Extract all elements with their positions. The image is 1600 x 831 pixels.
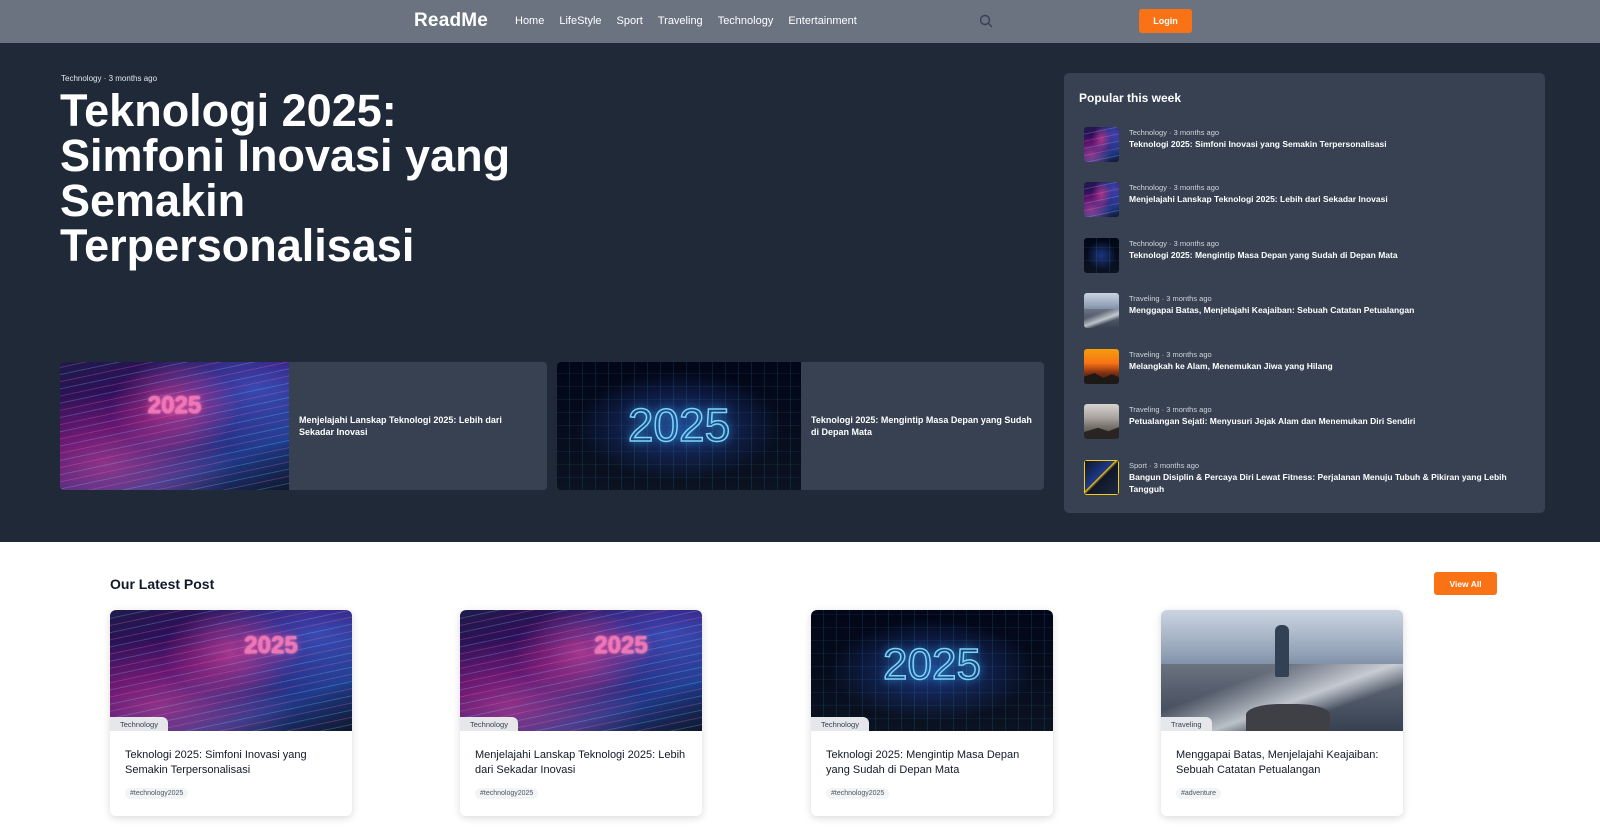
popular-item[interactable]: Technology · 3 months ago Teknologi 2025… bbox=[1084, 123, 1534, 163]
post-title: Menggapai Batas, Menjelajahi Keajaiban: … bbox=[1176, 749, 1379, 776]
post-card[interactable]: Traveling Menggapai Batas, Menjelajahi K… bbox=[1161, 610, 1403, 816]
nav-link-technology[interactable]: Technology bbox=[718, 15, 774, 27]
latest-heading: Our Latest Post bbox=[110, 576, 215, 592]
post-image: 2025 Technology bbox=[460, 610, 702, 731]
popular-meta: Technology · 3 months ago bbox=[1129, 239, 1220, 248]
category-badge: Traveling bbox=[1161, 717, 1212, 731]
nav-link-entertainment[interactable]: Entertainment bbox=[788, 15, 856, 27]
feature-title: Menjelajahi Lanskap Teknologi 2025: Lebi… bbox=[299, 415, 502, 437]
popular-meta: Technology · 3 months ago bbox=[1129, 128, 1220, 137]
popular-title: Melangkah ke Alam, Menemukan Jiwa yang H… bbox=[1129, 361, 1333, 371]
popular-heading: Popular this week bbox=[1079, 91, 1182, 105]
category-badge: Technology bbox=[811, 717, 869, 731]
popular-thumbnail bbox=[1084, 238, 1119, 273]
post-image: 2025 Technology bbox=[811, 610, 1053, 731]
popular-title: Bangun Disiplin & Percaya Diri Lewat Fit… bbox=[1129, 472, 1507, 494]
post-tag[interactable]: #technology2025 bbox=[475, 788, 539, 799]
nav-link-traveling[interactable]: Traveling bbox=[658, 15, 703, 27]
main-nav: Home LifeStyle Sport Traveling Technolog… bbox=[515, 15, 857, 27]
feature-image: 2025 bbox=[60, 362, 289, 490]
popular-meta: Traveling · 3 months ago bbox=[1129, 405, 1212, 414]
popular-thumbnail bbox=[1084, 460, 1119, 495]
login-button[interactable]: Login bbox=[1139, 9, 1192, 33]
post-title: Teknologi 2025: Simfoni Inovasi yang Sem… bbox=[125, 749, 307, 776]
site-logo[interactable]: ReadMe bbox=[414, 10, 488, 32]
popular-thumbnail bbox=[1084, 293, 1119, 328]
post-tag[interactable]: #adventure bbox=[1176, 788, 1222, 799]
popular-thumbnail bbox=[1084, 349, 1119, 384]
hero-section: Technology · 3 months ago Teknologi 2025… bbox=[0, 43, 1600, 542]
popular-title: Teknologi 2025: Simfoni Inovasi yang Sem… bbox=[1129, 139, 1387, 149]
popular-thumbnail bbox=[1084, 127, 1119, 162]
category-badge: Technology bbox=[460, 717, 518, 731]
hero-title[interactable]: Teknologi 2025: Simfoni Inovasi yang Sem… bbox=[60, 88, 560, 268]
popular-meta: Technology · 3 months ago bbox=[1129, 183, 1220, 192]
search-icon[interactable] bbox=[978, 13, 994, 29]
post-title: Teknologi 2025: Mengintip Masa Depan yan… bbox=[826, 749, 1020, 776]
post-image: Traveling bbox=[1161, 610, 1403, 731]
popular-item[interactable]: Traveling · 3 months ago Melangkah ke Al… bbox=[1084, 345, 1534, 385]
nav-link-sport[interactable]: Sport bbox=[617, 15, 643, 27]
nav-link-lifestyle[interactable]: LifeStyle bbox=[559, 15, 601, 27]
popular-thumbnail bbox=[1084, 182, 1119, 217]
popular-title: Menjelajahi Lanskap Teknologi 2025: Lebi… bbox=[1129, 194, 1388, 204]
popular-item[interactable]: Technology · 3 months ago Teknologi 2025… bbox=[1084, 234, 1534, 274]
popular-title: Teknologi 2025: Mengintip Masa Depan yan… bbox=[1129, 250, 1398, 260]
popular-meta: Traveling · 3 months ago bbox=[1129, 350, 1212, 359]
feature-image: 2025 bbox=[557, 362, 801, 490]
feature-card[interactable]: 2025 Menjelajahi Lanskap Teknologi 2025:… bbox=[60, 362, 547, 490]
post-image: 2025 Technology bbox=[110, 610, 352, 731]
feature-card[interactable]: 2025 Teknologi 2025: Mengintip Masa Depa… bbox=[557, 362, 1044, 490]
popular-panel: Popular this week Technology · 3 months … bbox=[1064, 73, 1545, 513]
popular-item[interactable]: Technology · 3 months ago Menjelajahi La… bbox=[1084, 178, 1534, 218]
popular-item[interactable]: Traveling · 3 months ago Petualangan Sej… bbox=[1084, 400, 1534, 440]
category-badge: Technology bbox=[110, 717, 168, 731]
post-card[interactable]: 2025 Technology Menjelajahi Lanskap Tekn… bbox=[460, 610, 702, 816]
nav-link-home[interactable]: Home bbox=[515, 15, 544, 27]
post-card[interactable]: 2025 Technology Teknologi 2025: Menginti… bbox=[811, 610, 1053, 816]
popular-meta: Traveling · 3 months ago bbox=[1129, 294, 1212, 303]
popular-title: Menggapai Batas, Menjelajahi Keajaiban: … bbox=[1129, 305, 1415, 315]
post-tag[interactable]: #technology2025 bbox=[826, 788, 890, 799]
feature-title: Teknologi 2025: Mengintip Masa Depan yan… bbox=[811, 415, 1032, 437]
popular-title: Petualangan Sejati: Menyusuri Jejak Alam… bbox=[1129, 416, 1416, 426]
popular-item[interactable]: Traveling · 3 months ago Menggapai Batas… bbox=[1084, 289, 1534, 329]
post-title: Menjelajahi Lanskap Teknologi 2025: Lebi… bbox=[475, 749, 686, 776]
post-tag[interactable]: #technology2025 bbox=[125, 788, 189, 799]
view-all-button[interactable]: View All bbox=[1434, 572, 1497, 595]
popular-item[interactable]: Sport · 3 months ago Bangun Disiplin & P… bbox=[1084, 456, 1534, 496]
hero-meta: Technology · 3 months ago bbox=[61, 74, 158, 83]
post-card[interactable]: 2025 Technology Teknologi 2025: Simfoni … bbox=[110, 610, 352, 816]
popular-meta: Sport · 3 months ago bbox=[1129, 461, 1200, 470]
navbar: ReadMe Home LifeStyle Sport Traveling Te… bbox=[0, 0, 1600, 43]
popular-thumbnail bbox=[1084, 404, 1119, 439]
